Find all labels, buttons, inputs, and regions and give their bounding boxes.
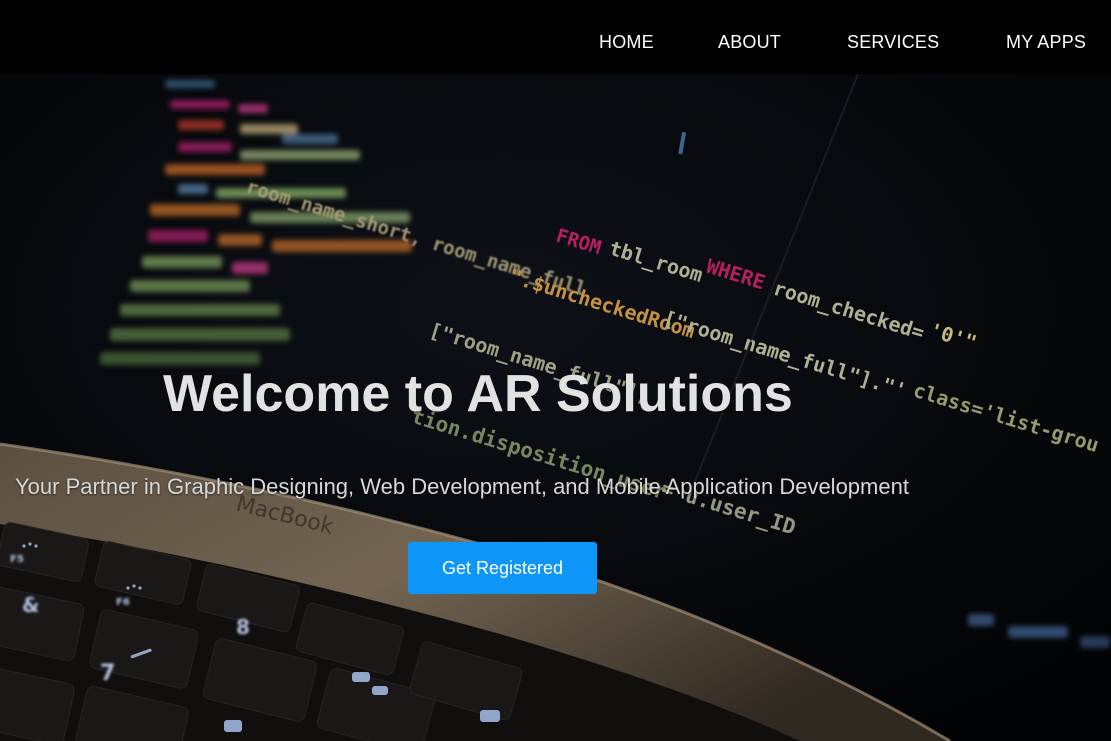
hero-title: Welcome to AR Solutions <box>163 365 793 423</box>
hero-subtitle: Your Partner in Graphic Designing, Web D… <box>15 474 909 499</box>
nav-link-services[interactable]: SERVICES <box>847 32 939 53</box>
nav-link-about[interactable]: ABOUT <box>718 32 781 53</box>
navbar: HOME ABOUT SERVICES MY APPS <box>0 0 1111 74</box>
get-registered-button[interactable]: Get Registered <box>408 542 597 594</box>
hero-section: room_name_short, room_name_full FROM tbl… <box>0 74 1111 741</box>
nav-link-my-apps[interactable]: MY APPS <box>1006 32 1086 53</box>
nav-link-home[interactable]: HOME <box>599 32 654 53</box>
